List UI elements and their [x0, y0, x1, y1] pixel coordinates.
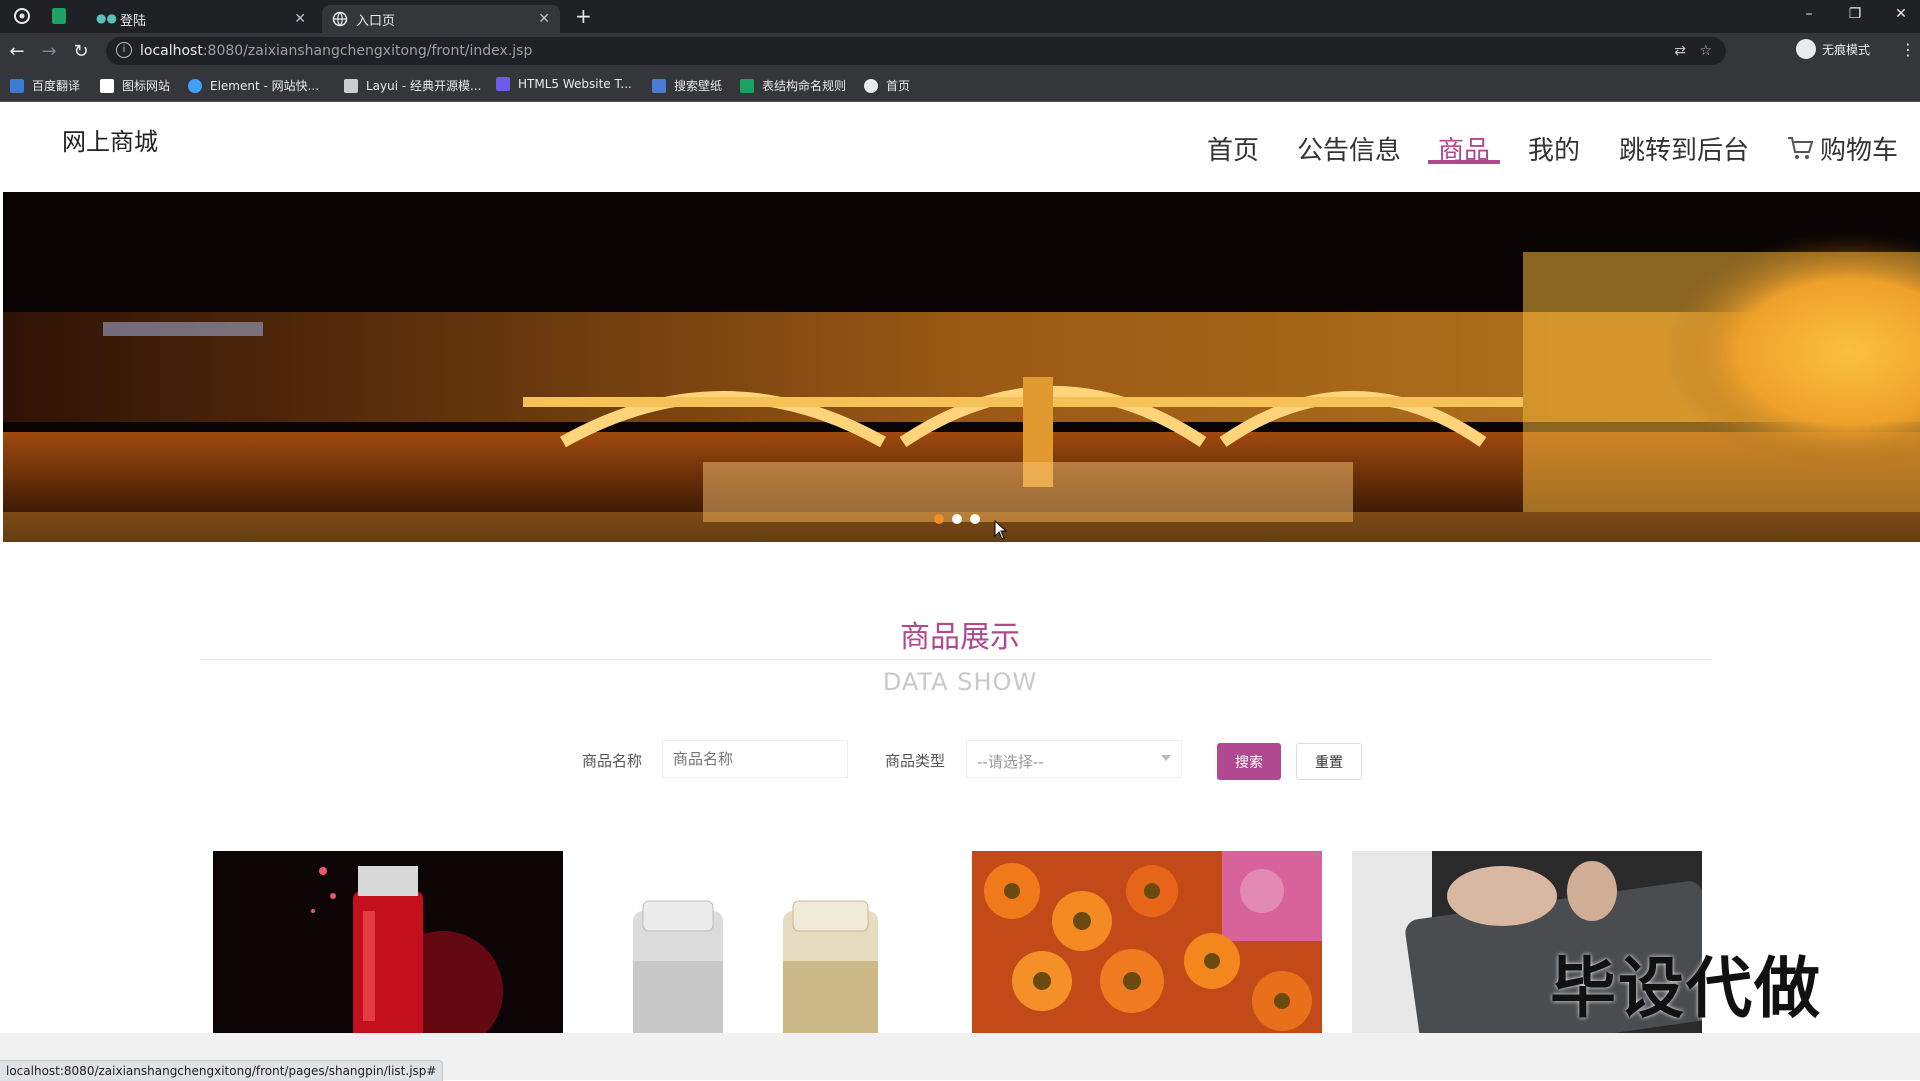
section-title: 商品展示 [900, 620, 1020, 655]
forward-arrow-icon[interactable]: → [38, 40, 60, 62]
flag-bookmark-icon [100, 78, 114, 93]
browser-tab-bar: ●● 登陆 ✕ 入口页 ✕ + – ❐ ✕ [0, 0, 1920, 33]
incognito-profile[interactable]: 无痕模式 [1796, 39, 1870, 59]
back-arrow-icon[interactable]: ← [6, 40, 28, 62]
nav-notices[interactable]: 公告信息 [1297, 130, 1401, 167]
banner-dot[interactable] [970, 514, 980, 524]
translate-icon[interactable]: ⇄ [1674, 43, 1686, 59]
bookmark-item[interactable]: 百度翻译 [10, 77, 80, 94]
translate-bookmark-icon [10, 78, 24, 93]
address-bar[interactable]: i localhost:8080/zaixianshangchengxitong… [106, 37, 1726, 65]
tab-title: 登陆 [120, 13, 147, 29]
select-value: --请选择-- [977, 753, 1044, 771]
chrome-icon[interactable] [14, 8, 30, 24]
product-card[interactable] [213, 851, 563, 1033]
globe-bookmark-icon [864, 78, 878, 93]
product-card[interactable] [972, 851, 1322, 1033]
site-header: 网上商城 首页 公告信息 商品 我的 跳转到后台 购物车 [0, 102, 1920, 192]
info-icon[interactable]: i [116, 42, 132, 58]
product-name-label: 商品名称 [582, 752, 643, 770]
mouse-cursor-icon [994, 520, 1008, 540]
hero-banner[interactable] [3, 192, 1920, 542]
perfume-bottles-image [593, 851, 943, 1033]
layui-bookmark-icon [344, 78, 358, 93]
section-divider [200, 659, 1712, 660]
sheet-bookmark-icon [740, 78, 754, 93]
star-icon[interactable]: ☆ [1699, 43, 1712, 59]
product-card[interactable] [593, 851, 943, 1033]
watermark-text: 毕设代做 [1550, 950, 1822, 1027]
search-button[interactable]: 搜索 [1217, 743, 1281, 780]
address-url[interactable]: localhost:8080/zaixianshangchengxitong/f… [140, 43, 532, 59]
element-bookmark-icon [188, 78, 202, 93]
nav-backend[interactable]: 跳转到后台 [1619, 130, 1749, 167]
bookmark-item[interactable]: Layui - 经典开源模... [344, 77, 481, 94]
close-icon[interactable]: ✕ [294, 11, 306, 27]
cart-icon [1788, 137, 1814, 159]
tab-title: 入口页 [356, 13, 396, 29]
minimize-button[interactable]: – [1786, 0, 1832, 28]
wallpaper-bookmark-icon [652, 78, 666, 93]
bookmarks-bar: 百度翻译 图标网站 Element - 网站快... Layui - 经典开源模… [0, 69, 1920, 102]
html5-bookmark-icon [496, 77, 510, 91]
profile-label: 无痕模式 [1822, 42, 1871, 57]
bookmark-item[interactable]: 首页 [864, 77, 910, 94]
bookmark-item[interactable]: Element - 网站快... [188, 77, 319, 94]
close-icon[interactable]: ✕ [538, 11, 550, 27]
product-type-select[interactable]: --请选择-- [966, 740, 1182, 778]
site-logo[interactable]: 网上商城 [62, 122, 158, 157]
tab-login[interactable]: ●● 登陆 ✕ [86, 5, 316, 33]
nav-cart[interactable]: 购物车 [1786, 130, 1898, 167]
bookmark-item[interactable]: 图标网站 [100, 77, 170, 94]
more-menu-icon[interactable]: ⋮ [1900, 40, 1916, 59]
active-nav-underline [1428, 160, 1500, 164]
sheet-tab-icon[interactable] [52, 8, 66, 24]
dots-favicon-icon: ●● [96, 11, 117, 25]
product-type-label: 商品类型 [885, 752, 946, 770]
nav-mine[interactable]: 我的 [1528, 130, 1580, 167]
bookmark-item[interactable]: 搜索壁纸 [652, 77, 722, 94]
bridge-night-image [3, 192, 1920, 542]
incognito-icon [1796, 39, 1816, 59]
banner-dot[interactable] [952, 514, 962, 524]
chevron-down-icon [1161, 755, 1171, 761]
maximize-button[interactable]: ❐ [1832, 0, 1878, 28]
nav-home[interactable]: 首页 [1207, 130, 1259, 167]
reset-button[interactable]: 重置 [1296, 743, 1362, 780]
banner-dot[interactable] [934, 514, 944, 524]
product-name-input[interactable] [662, 740, 848, 778]
section-subtitle: DATA SHOW [882, 668, 1038, 696]
red-cosmetic-bottle-image [213, 851, 563, 1033]
browser-toolbar: ← → ↻ i localhost:8080/zaixianshangcheng… [0, 33, 1920, 69]
bookmark-item[interactable]: HTML5 Website T... [496, 77, 632, 91]
reload-icon[interactable]: ↻ [70, 40, 92, 62]
tab-entry-page[interactable]: 入口页 ✕ [322, 5, 560, 33]
orange-flowers-image [972, 851, 1322, 1033]
bookmark-item[interactable]: 表结构命名规则 [740, 77, 846, 94]
globe-icon [332, 11, 348, 27]
status-bar-url: localhost:8080/zaixianshangchengxitong/f… [0, 1060, 444, 1081]
close-window-button[interactable]: ✕ [1878, 0, 1920, 28]
new-tab-button[interactable]: + [575, 4, 592, 28]
